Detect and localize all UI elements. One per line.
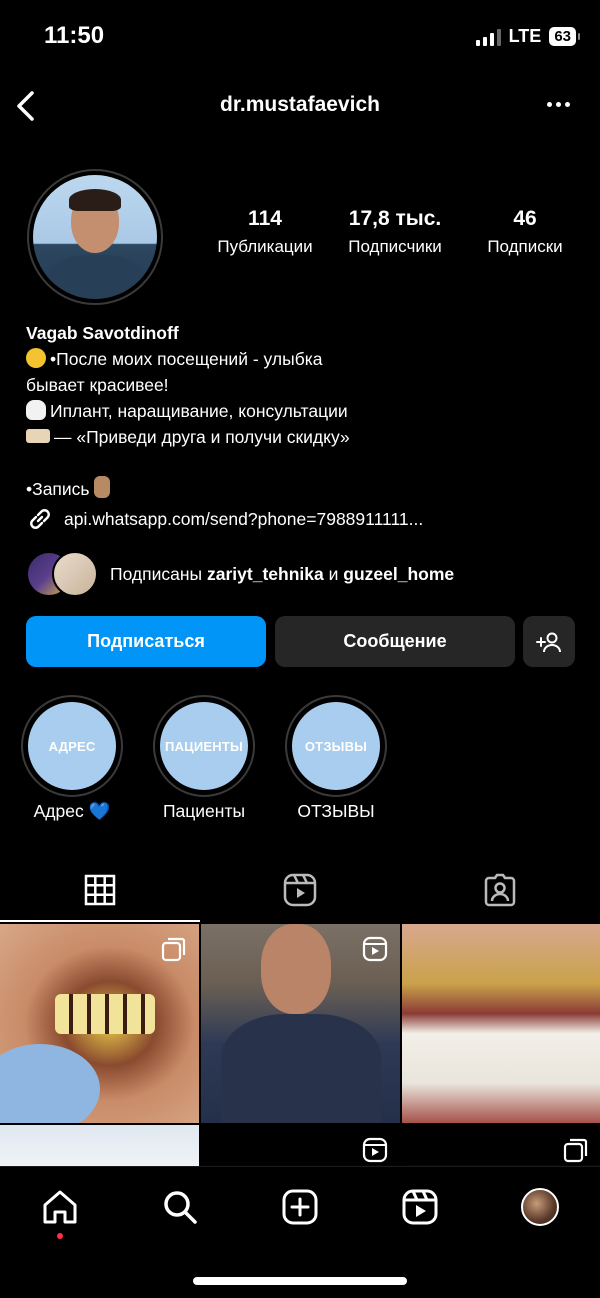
stat-value: 17,8 тыс. <box>348 207 442 230</box>
status-time: 11:50 <box>44 22 105 49</box>
avatar <box>52 551 98 597</box>
highlight-reviews[interactable]: ОТЗЫВЫ ОТЗЫВЫ <box>284 695 388 822</box>
posts-grid <box>0 924 600 1166</box>
bio-line: — «Приведи друга и получи скидку» <box>26 424 586 450</box>
tooth-icon <box>26 400 46 420</box>
carousel-icon <box>161 937 186 962</box>
link-text: api.whatsapp.com/send?phone=7988911111..… <box>64 508 424 529</box>
profile-name: Vagab Savotdinoff <box>26 323 179 343</box>
reels-icon <box>362 936 388 962</box>
more-options-button[interactable] <box>547 102 570 107</box>
pointing-down-icon <box>93 476 110 498</box>
post-thumbnail[interactable] <box>0 1125 199 1166</box>
highlight-cover-text: ОТЗЫВЫ <box>304 738 368 754</box>
post-thumbnail[interactable] <box>402 1125 600 1166</box>
bio-line: Иплант, наращивание, консультации <box>26 398 586 424</box>
status-bar: 11:50 LTE 63 <box>0 0 600 72</box>
highlight-patients[interactable]: ПАЦИЕНТЫ Пациенты <box>152 695 256 822</box>
grid-icon <box>84 874 116 906</box>
tab-posts[interactable] <box>0 858 200 922</box>
followed-by-text: Подписаны zariyt_tehnika и guzeel_home <box>110 563 455 584</box>
network-type: LTE <box>508 26 542 46</box>
nav-create[interactable] <box>280 1187 320 1227</box>
home-icon <box>43 1190 77 1224</box>
highlight-address[interactable]: АДРЕС Адрес 💙 <box>20 695 124 822</box>
highlight-cover-text: ПАЦИЕНТЫ <box>165 738 243 754</box>
followed-by[interactable]: Подписаны zariyt_tehnika и guzeel_home <box>26 551 454 597</box>
home-indicator <box>193 1277 407 1285</box>
reels-icon <box>283 873 317 907</box>
profile-link[interactable]: api.whatsapp.com/send?phone=7988911111..… <box>26 505 423 533</box>
create-icon <box>282 1189 318 1225</box>
stat-following[interactable]: 46 Подписки <box>460 207 590 257</box>
tab-reels[interactable] <box>200 858 400 922</box>
avatar-image <box>33 175 157 299</box>
status-indicators: LTE 63 <box>475 26 580 47</box>
more-icon <box>547 102 552 107</box>
bottom-navigation <box>0 1166 600 1298</box>
nav-reels[interactable] <box>400 1187 440 1227</box>
stat-label: Подписчики <box>348 237 442 256</box>
add-user-icon <box>536 632 561 652</box>
highlight-cover: ОТЗЫВЫ <box>292 702 380 790</box>
signal-icon <box>475 28 501 46</box>
bio-line: бывает красивее! <box>26 375 169 395</box>
message-button[interactable]: Сообщение <box>275 616 515 667</box>
highlight-label: ОТЗЫВЫ <box>297 801 375 821</box>
highlight-cover: ПАЦИЕНТЫ <box>160 702 248 790</box>
bio-line: •Запись <box>26 476 586 502</box>
tagged-icon <box>484 873 516 907</box>
label-tag-icon <box>26 429 50 443</box>
post-thumbnail[interactable] <box>402 924 600 1123</box>
nav-search[interactable] <box>160 1187 200 1227</box>
notification-dot <box>57 1233 63 1239</box>
stat-value: 46 <box>513 207 537 230</box>
battery-icon: 63 <box>549 27 580 46</box>
upside-down-smile-icon <box>26 348 46 368</box>
profile-tabs <box>0 858 600 922</box>
search-icon <box>164 1191 197 1224</box>
page-title: dr.mustafaevich <box>220 93 380 116</box>
stat-label: Публикации <box>217 237 313 256</box>
post-thumbnail[interactable] <box>201 1125 400 1166</box>
post-thumbnail[interactable] <box>201 924 400 1123</box>
profile-header: dr.mustafaevich <box>0 80 600 132</box>
suggested-users-button[interactable] <box>523 616 575 667</box>
profile-avatar <box>521 1188 559 1226</box>
nav-profile[interactable] <box>520 1187 560 1227</box>
bio-line: •После моих посещений - улыбка <box>26 346 586 372</box>
reels-icon <box>402 1189 438 1225</box>
carousel-icon <box>563 1138 588 1163</box>
follow-button[interactable]: Подписаться <box>26 616 266 667</box>
nav-home[interactable] <box>40 1187 80 1227</box>
stat-label: Подписки <box>487 237 563 256</box>
reels-icon <box>362 1137 388 1163</box>
stat-value: 114 <box>248 207 282 230</box>
profile-bio: Vagab Savotdinoff •После моих посещений … <box>26 320 586 502</box>
highlight-cover-text: АДРЕС <box>48 738 96 754</box>
highlight-label: Адрес 💙 <box>33 801 111 821</box>
stat-posts[interactable]: 114 Публикации <box>200 207 330 257</box>
link-icon <box>30 509 50 529</box>
post-thumbnail[interactable] <box>0 924 199 1123</box>
tab-tagged[interactable] <box>400 858 600 922</box>
profile-stats: 114 Публикации 17,8 тыс. Подписчики 46 П… <box>200 207 590 257</box>
profile-avatar[interactable] <box>27 169 163 305</box>
highlight-cover: АДРЕС <box>28 702 116 790</box>
highlight-label: Пациенты <box>162 801 246 821</box>
stat-followers[interactable]: 17,8 тыс. Подписчики <box>330 207 460 257</box>
